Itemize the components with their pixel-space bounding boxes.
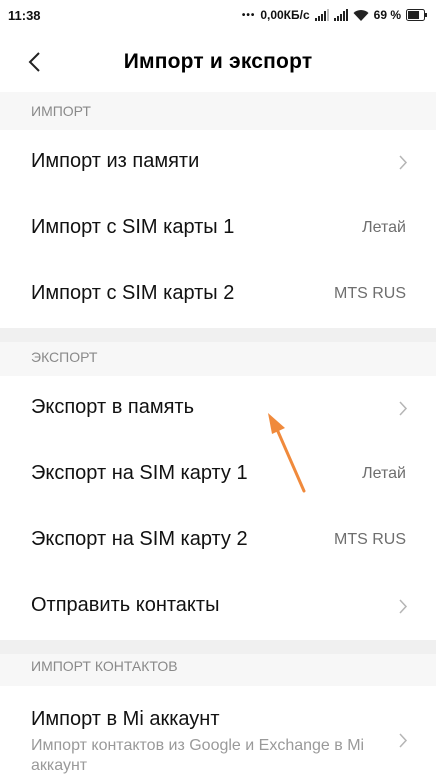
list-item-value: MTS RUS (334, 531, 406, 548)
list-item-value: Летай (362, 219, 406, 236)
import-to-mi-account-item[interactable]: Импорт в Mi аккаунт Импорт контактов из … (0, 686, 436, 776)
status-indicators: ••• 0,00КБ/с 69 % (242, 8, 428, 22)
list-item-label: Отправить контакты (31, 594, 220, 616)
battery-percent: 69 % (373, 8, 401, 22)
list-item-label: Импорт в Mi аккаунт (31, 708, 220, 730)
export-sim1-item[interactable]: Экспорт на SIM карту 1 Летай (0, 442, 436, 508)
export-sim2-item[interactable]: Экспорт на SIM карту 2 MTS RUS (0, 508, 436, 574)
export-to-memory-item[interactable]: Экспорт в память (0, 376, 436, 442)
signal-icon (314, 9, 329, 21)
list-item-value: MTS RUS (334, 285, 406, 302)
status-bar: 11:38 ••• 0,00КБ/с 69 % (0, 0, 436, 32)
wifi-icon (353, 10, 369, 21)
section-divider (0, 640, 436, 654)
section-header-export: ЭКСПОРТ (0, 342, 436, 376)
list-item-label: Импорт с SIM карты 1 (31, 216, 235, 238)
section-header-import-contacts: ИМПОРТ КОНТАКТОВ (0, 654, 436, 686)
send-contacts-item[interactable]: Отправить контакты (0, 574, 436, 640)
import-from-memory-item[interactable]: Импорт из памяти (0, 130, 436, 196)
chevron-right-icon (399, 733, 408, 748)
chevron-right-icon (399, 155, 408, 170)
signal-icon (333, 9, 348, 21)
page-title: Импорт и экспорт (123, 50, 313, 73)
list-item-label: Импорт из памяти (31, 150, 200, 172)
list-item-label: Экспорт в память (31, 396, 194, 418)
list-item-label: Экспорт на SIM карту 2 (31, 528, 248, 550)
section-divider (0, 328, 436, 342)
status-dots: ••• (241, 9, 256, 21)
import-sim1-item[interactable]: Импорт с SIM карты 1 Летай (0, 196, 436, 262)
title-bar: Импорт и экспорт (0, 32, 436, 92)
list-item-value: Летай (362, 465, 406, 482)
section-header-import: ИМПОРТ (0, 92, 436, 130)
network-speed: 0,00КБ/с (260, 8, 310, 22)
import-sim2-item[interactable]: Импорт с SIM карты 2 MTS RUS (0, 262, 436, 328)
section-header-label: ИМПОРТ (31, 103, 91, 119)
section-header-label: ИМПОРТ КОНТАКТОВ (31, 658, 178, 674)
status-time: 11:38 (8, 8, 41, 23)
list-item-label: Импорт с SIM карты 2 (31, 282, 235, 304)
list-item-subtitle: Импорт контактов из Google и Exchange в … (31, 737, 365, 774)
list-item-label: Экспорт на SIM карту 1 (31, 462, 248, 484)
chevron-right-icon (399, 599, 408, 614)
section-header-label: ЭКСПОРТ (31, 349, 98, 365)
battery-icon (406, 9, 427, 21)
chevron-right-icon (399, 401, 408, 416)
